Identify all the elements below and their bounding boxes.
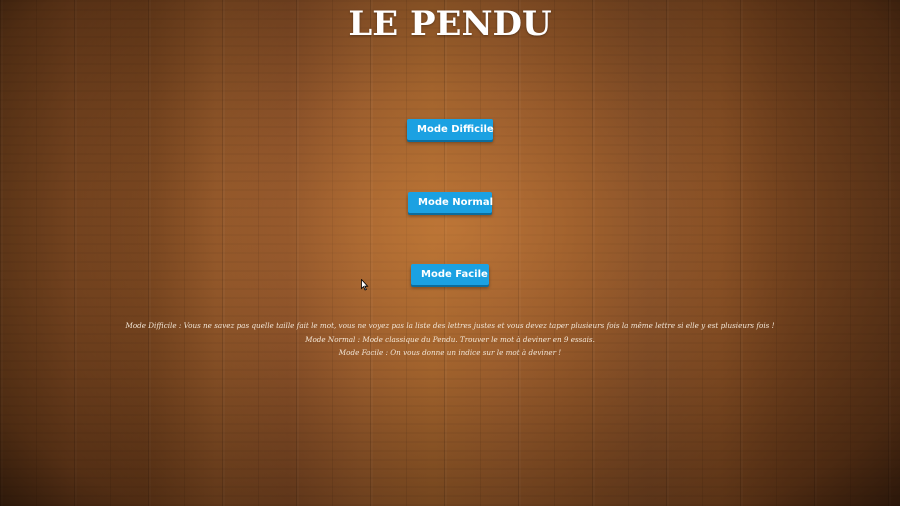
mode-facile-button[interactable]: Mode Facile bbox=[411, 264, 489, 285]
description-facile: Mode Facile : On vous donne un indice su… bbox=[338, 348, 562, 357]
description-difficile: Mode Difficile : Vous ne savez pas quell… bbox=[125, 321, 775, 330]
mode-normal-button[interactable]: Mode Normal bbox=[408, 192, 493, 213]
page-title: LE PENDU bbox=[348, 4, 552, 44]
mode-descriptions: Mode Difficile : Vous ne savez pas quell… bbox=[0, 319, 900, 360]
mode-difficile-button[interactable]: Mode Difficile bbox=[407, 119, 494, 140]
description-normal: Mode Normal : Mode classique du Pendu. T… bbox=[305, 334, 595, 344]
